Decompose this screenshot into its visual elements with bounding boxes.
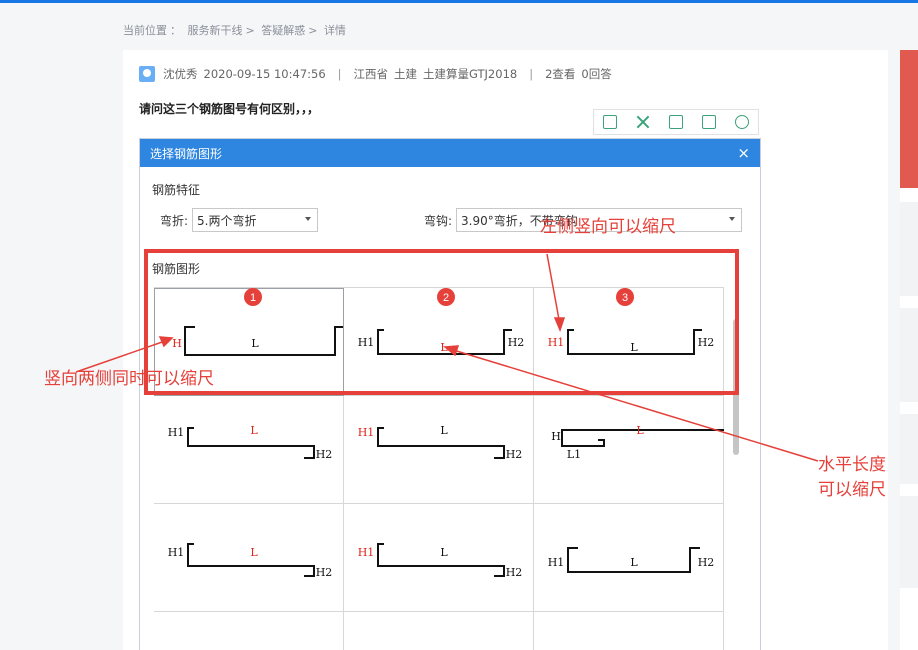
- save-icon[interactable]: [668, 115, 683, 129]
- image-toolbar: [593, 109, 759, 135]
- shape-dimension-label: L: [250, 424, 258, 437]
- shape-dimension-label: H1: [358, 336, 375, 349]
- rebar-shape-option[interactable]: H1 L H2: [154, 396, 344, 504]
- bend-row: 弯折: 5.两个弯折: [160, 208, 319, 232]
- side-card[interactable]: [900, 308, 918, 402]
- annotation-left-side: 左侧竖向可以缩尺: [540, 217, 676, 237]
- promo-banner[interactable]: [900, 50, 918, 188]
- shape-dimension-label: L: [630, 556, 638, 569]
- shape-dimension-label: H1: [358, 546, 375, 559]
- expand-icon[interactable]: [636, 115, 650, 129]
- rebar-shape-drawing: H1 L H2: [358, 329, 525, 355]
- rebar-shape-drawing: H1 L H2: [548, 329, 715, 355]
- shape-dimension-label: H1: [168, 426, 185, 439]
- rebar-shape-option[interactable]: H1 L H2: [344, 288, 534, 396]
- rebar-shape-grid: H L H1 L H2 H1 L H2 H1 L H2 H1 L H2 H L L1 H1 L H2 H1 L H2 H1 L H…: [154, 287, 724, 650]
- rebar-shape-option[interactable]: [154, 612, 344, 650]
- shape-dimension-label: H: [172, 337, 182, 350]
- shape-dimension-label: H1: [548, 336, 565, 349]
- author-name[interactable]: 沈优秀: [163, 66, 198, 82]
- shape-dimension-label: H2: [316, 448, 333, 461]
- shape-dimension-label: L: [250, 546, 258, 559]
- breadcrumb-current: 详情: [323, 24, 346, 37]
- rebar-shape-option[interactable]: H1 L H2: [344, 504, 534, 612]
- rebar-shape-option[interactable]: H1 L H2: [344, 396, 534, 504]
- product: 土建算量GTJ2018: [423, 67, 518, 81]
- rebar-shape-drawing: H1 L H2: [358, 424, 523, 461]
- right-sidebar: [900, 50, 918, 650]
- bend-select[interactable]: 5.两个弯折: [192, 208, 319, 232]
- chevron-down-icon: [305, 217, 312, 221]
- side-card[interactable]: [900, 202, 918, 296]
- shape-dimension-label: L: [440, 341, 448, 354]
- share-icon[interactable]: [701, 115, 716, 129]
- close-icon[interactable]: ×: [737, 144, 750, 162]
- rebar-shape-drawing: H1 L H2: [548, 547, 715, 573]
- shape-section-label: 钢筋图形: [152, 262, 201, 276]
- category: 土建: [394, 67, 418, 81]
- shape-dimension-label: H2: [698, 556, 715, 569]
- rebar-shape-option[interactable]: H L L1: [534, 396, 724, 504]
- rebar-shape-drawing: H1 L H2: [168, 543, 333, 579]
- annotation-horizontal-2: 可以缩尺: [818, 480, 886, 500]
- shape-dimension-label: H1: [358, 426, 375, 439]
- breadcrumb-link-qa[interactable]: 答疑解惑: [261, 24, 305, 37]
- shape-dimension-label: H2: [698, 336, 715, 349]
- side-card[interactable]: [900, 496, 918, 588]
- shape-dimension-label: H1: [168, 546, 185, 559]
- shape-dimension-label: H2: [506, 448, 523, 461]
- avatar: [139, 66, 155, 82]
- shape-dimension-label: L: [630, 341, 638, 354]
- feature-section-label: 钢筋特征: [152, 183, 201, 197]
- shape-dimension-label: L: [251, 337, 259, 350]
- rebar-shape-option[interactable]: [344, 612, 534, 650]
- question-card: 沈优秀 2020-09-15 10:47:56 | 江西省 土建 土建算量GTJ…: [123, 50, 888, 650]
- breadcrumb-link-service[interactable]: 服务新干线: [188, 24, 243, 37]
- question-meta: 沈优秀 2020-09-15 10:47:56 | 江西省 土建 土建算量GTJ…: [139, 66, 612, 82]
- question-title: 请问这三个钢筋图号有何区别，，，: [139, 102, 320, 116]
- breadcrumb-label: 当前位置: [123, 24, 167, 37]
- bend-label: 弯折:: [160, 213, 189, 228]
- shape-dimension-label: L1: [567, 448, 581, 461]
- settings-icon[interactable]: [734, 115, 749, 129]
- rebar-shape-drawing: H L L1: [551, 424, 724, 461]
- shape-dimension-label: L: [440, 424, 448, 437]
- shape-dimension-label: L: [440, 546, 448, 559]
- book-icon[interactable]: [603, 115, 618, 129]
- breadcrumb: 当前位置： 服务新干线 > 答疑解惑 > 详情: [123, 24, 346, 37]
- rebar-shape-option[interactable]: H1 L H2: [534, 288, 724, 396]
- region: 江西省: [353, 67, 389, 81]
- dialog-titlebar: 选择钢筋图形 ×: [140, 139, 760, 167]
- rebar-shape-drawing: H1 L H2: [168, 424, 333, 461]
- top-accent-bar: [0, 0, 918, 3]
- rebar-shape-option[interactable]: [534, 612, 724, 650]
- dialog-title: 选择钢筋图形: [150, 146, 223, 161]
- shape-dimension-label: H2: [508, 336, 525, 349]
- shape-dimension-label: H1: [548, 556, 565, 569]
- rebar-shape-option[interactable]: H1 L H2: [534, 504, 724, 612]
- view-count: 2查看: [545, 67, 576, 81]
- rebar-shape-line: [184, 326, 343, 356]
- side-card[interactable]: [900, 414, 918, 484]
- bend-select-value: 5.两个弯折: [197, 213, 257, 228]
- shape-dimension-label: L: [636, 424, 644, 437]
- shape-dimension-label: H: [551, 430, 561, 443]
- hook-label: 弯钩:: [424, 213, 453, 228]
- annotation-both-sides: 竖向两侧同时可以缩尺: [44, 369, 214, 389]
- rebar-shape-drawing: H1 L H2: [358, 543, 523, 579]
- chevron-down-icon: [729, 217, 736, 221]
- scrollbar[interactable]: [733, 319, 739, 455]
- answer-count: 0回答: [581, 67, 612, 81]
- rebar-shape-option[interactable]: H1 L H2: [154, 504, 344, 612]
- annotation-horizontal-1: 水平长度: [818, 455, 886, 475]
- post-datetime: 2020-09-15 10:47:56: [203, 67, 326, 81]
- shape-dimension-label: H2: [506, 566, 523, 579]
- shape-dimension-label: H2: [316, 566, 333, 579]
